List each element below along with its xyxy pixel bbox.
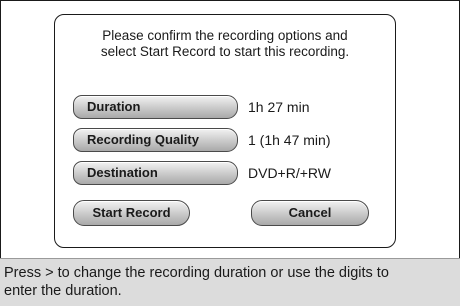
- prompt-line-2: select Start Record to start this record…: [100, 44, 350, 59]
- prompt-line-1: Please confirm the recording options and: [102, 28, 348, 43]
- destination-value: DVD+R/+RW: [248, 165, 331, 181]
- help-line-1: Press > to change the recording duration…: [4, 265, 389, 281]
- cancel-button[interactable]: Cancel: [251, 200, 369, 226]
- dialog-prompt: Please confirm the recording options and…: [55, 28, 395, 60]
- duration-option-button[interactable]: Duration: [73, 95, 238, 119]
- duration-value: 1h 27 min: [248, 99, 310, 115]
- help-bar: Press > to change the recording duration…: [0, 258, 460, 306]
- recording-options-screen: Please confirm the recording options and…: [0, 0, 460, 306]
- recording-options-dialog: Please confirm the recording options and…: [54, 14, 396, 248]
- destination-option-button[interactable]: Destination: [73, 161, 238, 185]
- recording-quality-value: 1 (1h 47 min): [248, 132, 331, 148]
- help-line-2: enter the duration.: [4, 283, 122, 299]
- recording-quality-option-button[interactable]: Recording Quality: [73, 128, 238, 152]
- start-record-button[interactable]: Start Record: [73, 200, 190, 226]
